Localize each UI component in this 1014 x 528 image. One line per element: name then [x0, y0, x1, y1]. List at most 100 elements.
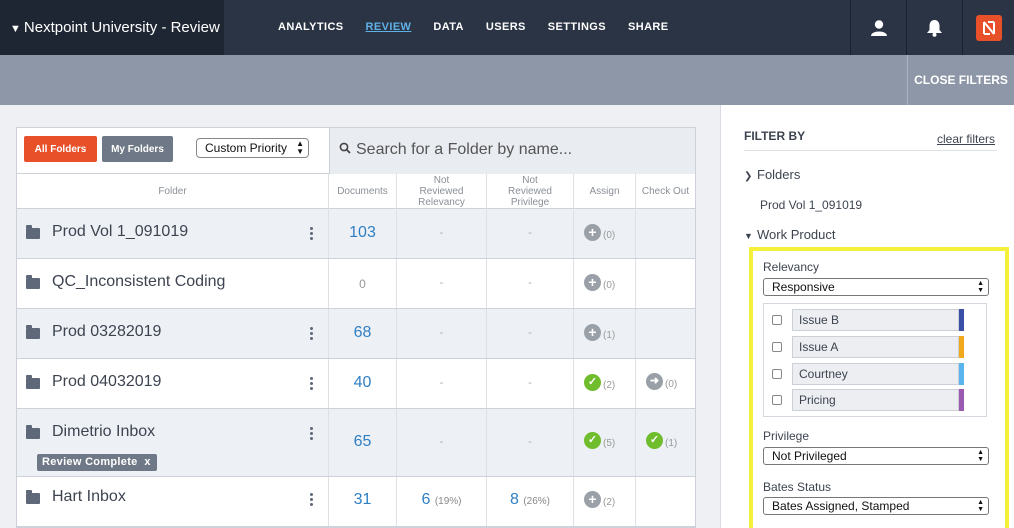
user-icon: [870, 19, 887, 36]
folder-name[interactable]: QC_Inconsistent Coding: [52, 273, 225, 291]
nav-data[interactable]: DATA: [433, 21, 464, 33]
caret-down-icon: ▼: [10, 23, 21, 35]
nr-relevancy-cell: 6 (19%): [397, 477, 487, 526]
issue-color-swatch: [959, 309, 964, 331]
folder-name[interactable]: Prod 03282019: [52, 323, 161, 341]
assign-cell: ✓ (5): [574, 409, 636, 476]
check-icon[interactable]: ✓: [584, 374, 601, 391]
nr-relevancy-count[interactable]: 6: [421, 491, 430, 508]
nr-relevancy-percent: (19%): [434, 496, 462, 507]
plus-icon[interactable]: +: [584, 324, 601, 341]
chevron-right-icon: ❯: [744, 171, 753, 182]
more-options-icon[interactable]: [310, 327, 314, 340]
check-icon[interactable]: ✓: [646, 432, 663, 449]
col-header-not-reviewed-relevancy[interactable]: Not Reviewed Relevancy: [397, 174, 487, 209]
documents-count[interactable]: 31: [329, 491, 396, 509]
documents-cell: 68: [329, 309, 397, 358]
all-folders-button[interactable]: All Folders: [24, 136, 97, 162]
issue-label[interactable]: Issue B: [792, 309, 959, 331]
notifications-button[interactable]: [906, 0, 962, 55]
folders-filter-toggle[interactable]: ❯ Folders: [744, 167, 800, 182]
search-icon: [339, 142, 351, 154]
table-row[interactable]: Prod 04032019 40 - - ✓ (2) ➜ (0): [17, 359, 695, 409]
documents-count[interactable]: 103: [329, 224, 396, 242]
nav-share[interactable]: SHARE: [628, 21, 669, 33]
nav-review[interactable]: REVIEW: [366, 21, 412, 33]
search-placeholder: Search for a Folder by name...: [356, 141, 573, 158]
nr-privilege-value: -: [528, 327, 532, 339]
my-folders-button[interactable]: My Folders: [102, 136, 173, 162]
issue-checkbox[interactable]: [772, 315, 782, 325]
main-nav-links: ANALYTICS REVIEW DATA USERS SETTINGS SHA…: [278, 21, 669, 33]
privilege-label: Privilege: [763, 429, 810, 443]
arrow-right-icon[interactable]: ➜: [646, 373, 663, 390]
folder-name[interactable]: Hart Inbox: [52, 488, 126, 506]
table-row[interactable]: QC_Inconsistent Coding 0 - - + (0): [17, 259, 695, 309]
col-header-check-out[interactable]: Check Out: [636, 174, 695, 209]
nav-analytics[interactable]: ANALYTICS: [278, 21, 344, 33]
issue-checkbox[interactable]: [772, 342, 782, 352]
clear-filters-link[interactable]: clear filters: [937, 132, 995, 146]
nr-relevancy-value: -: [439, 327, 444, 339]
table-toolbar: All Folders My Folders Custom Priority ▲…: [17, 128, 695, 174]
check-icon[interactable]: ✓: [584, 432, 601, 449]
plus-icon[interactable]: +: [584, 274, 601, 291]
documents-count[interactable]: 65: [329, 433, 396, 451]
plus-icon[interactable]: +: [584, 491, 601, 508]
documents-count: 0: [359, 277, 366, 291]
folder-icon: [26, 325, 40, 339]
relevancy-label: Relevancy: [763, 260, 820, 274]
user-menu-button[interactable]: [850, 0, 906, 55]
nr-relevancy-cell: -: [397, 309, 487, 358]
nav-users[interactable]: USERS: [486, 21, 526, 33]
folder-icon: [26, 375, 40, 389]
remove-badge-icon[interactable]: x: [144, 456, 150, 468]
more-options-icon[interactable]: [310, 427, 314, 440]
relevancy-select[interactable]: Responsive ▲ ▼: [763, 278, 989, 296]
work-product-filters-highlight: Relevancy Responsive ▲ ▼ Issue B Issue A …: [749, 247, 1009, 528]
assign-cell: + (1): [574, 309, 636, 358]
nr-privilege-value: -: [528, 277, 532, 289]
nr-privilege-percent: (26%): [523, 496, 551, 507]
col-header-assign[interactable]: Assign: [574, 174, 636, 209]
folder-name[interactable]: Prod Vol 1_091019: [52, 223, 188, 241]
issue-checkbox[interactable]: [772, 369, 782, 379]
nr-privilege-count[interactable]: 8: [510, 491, 519, 508]
nr-privilege-cell: -: [487, 309, 574, 358]
bates-status-label: Bates Status: [763, 480, 832, 494]
project-switcher[interactable]: ▼ Nextpoint University - Review: [0, 0, 224, 55]
documents-count[interactable]: 68: [329, 324, 396, 342]
col-header-not-reviewed-privilege[interactable]: Not Reviewed Privilege: [487, 174, 574, 209]
privilege-select[interactable]: Not Privileged ▲ ▼: [763, 447, 989, 465]
folder-name[interactable]: Prod 04032019: [52, 373, 161, 391]
folder-search-input[interactable]: Search for a Folder by name...: [329, 128, 695, 174]
assign-count: (5): [603, 438, 616, 449]
more-options-icon[interactable]: [310, 227, 314, 240]
work-product-toggle[interactable]: ▼ Work Product: [744, 227, 836, 242]
plus-icon[interactable]: +: [584, 224, 601, 241]
issue-color-swatch: [959, 363, 964, 385]
bates-status-select[interactable]: Bates Assigned, Stamped ▲ ▼: [763, 497, 989, 515]
nr-privilege-value: -: [528, 377, 532, 389]
more-options-icon[interactable]: [310, 493, 314, 506]
issue-label[interactable]: Courtney: [792, 363, 959, 385]
folder-icon: [26, 275, 40, 289]
issue-checkbox[interactable]: [772, 395, 782, 405]
table-row[interactable]: Prod Vol 1_091019 103 - - + (0): [17, 209, 695, 259]
app-logo-button[interactable]: [962, 0, 1014, 55]
issue-label[interactable]: Pricing: [792, 389, 959, 411]
documents-count[interactable]: 40: [329, 374, 396, 392]
issue-label[interactable]: Issue A: [792, 336, 959, 358]
priority-select[interactable]: Custom Priority ▲ ▼: [196, 138, 309, 158]
close-filters-button[interactable]: CLOSE FILTERS: [907, 55, 1014, 105]
col-header-documents[interactable]: Documents: [329, 174, 397, 209]
selected-folder[interactable]: Prod Vol 1_091019: [760, 198, 862, 212]
more-options-icon[interactable]: [310, 377, 314, 390]
col-header-folder[interactable]: Folder: [17, 174, 329, 209]
folder-icon: [26, 225, 40, 239]
table-row[interactable]: Dimetrio Inbox Review Complete x 65 - - …: [17, 409, 695, 477]
folder-name[interactable]: Dimetrio Inbox: [52, 423, 155, 441]
table-row[interactable]: Prod 03282019 68 - - + (1): [17, 309, 695, 359]
table-row[interactable]: Hart Inbox 31 6 (19%) 8 (26%) + (2): [17, 477, 695, 527]
nav-settings[interactable]: SETTINGS: [548, 21, 606, 33]
